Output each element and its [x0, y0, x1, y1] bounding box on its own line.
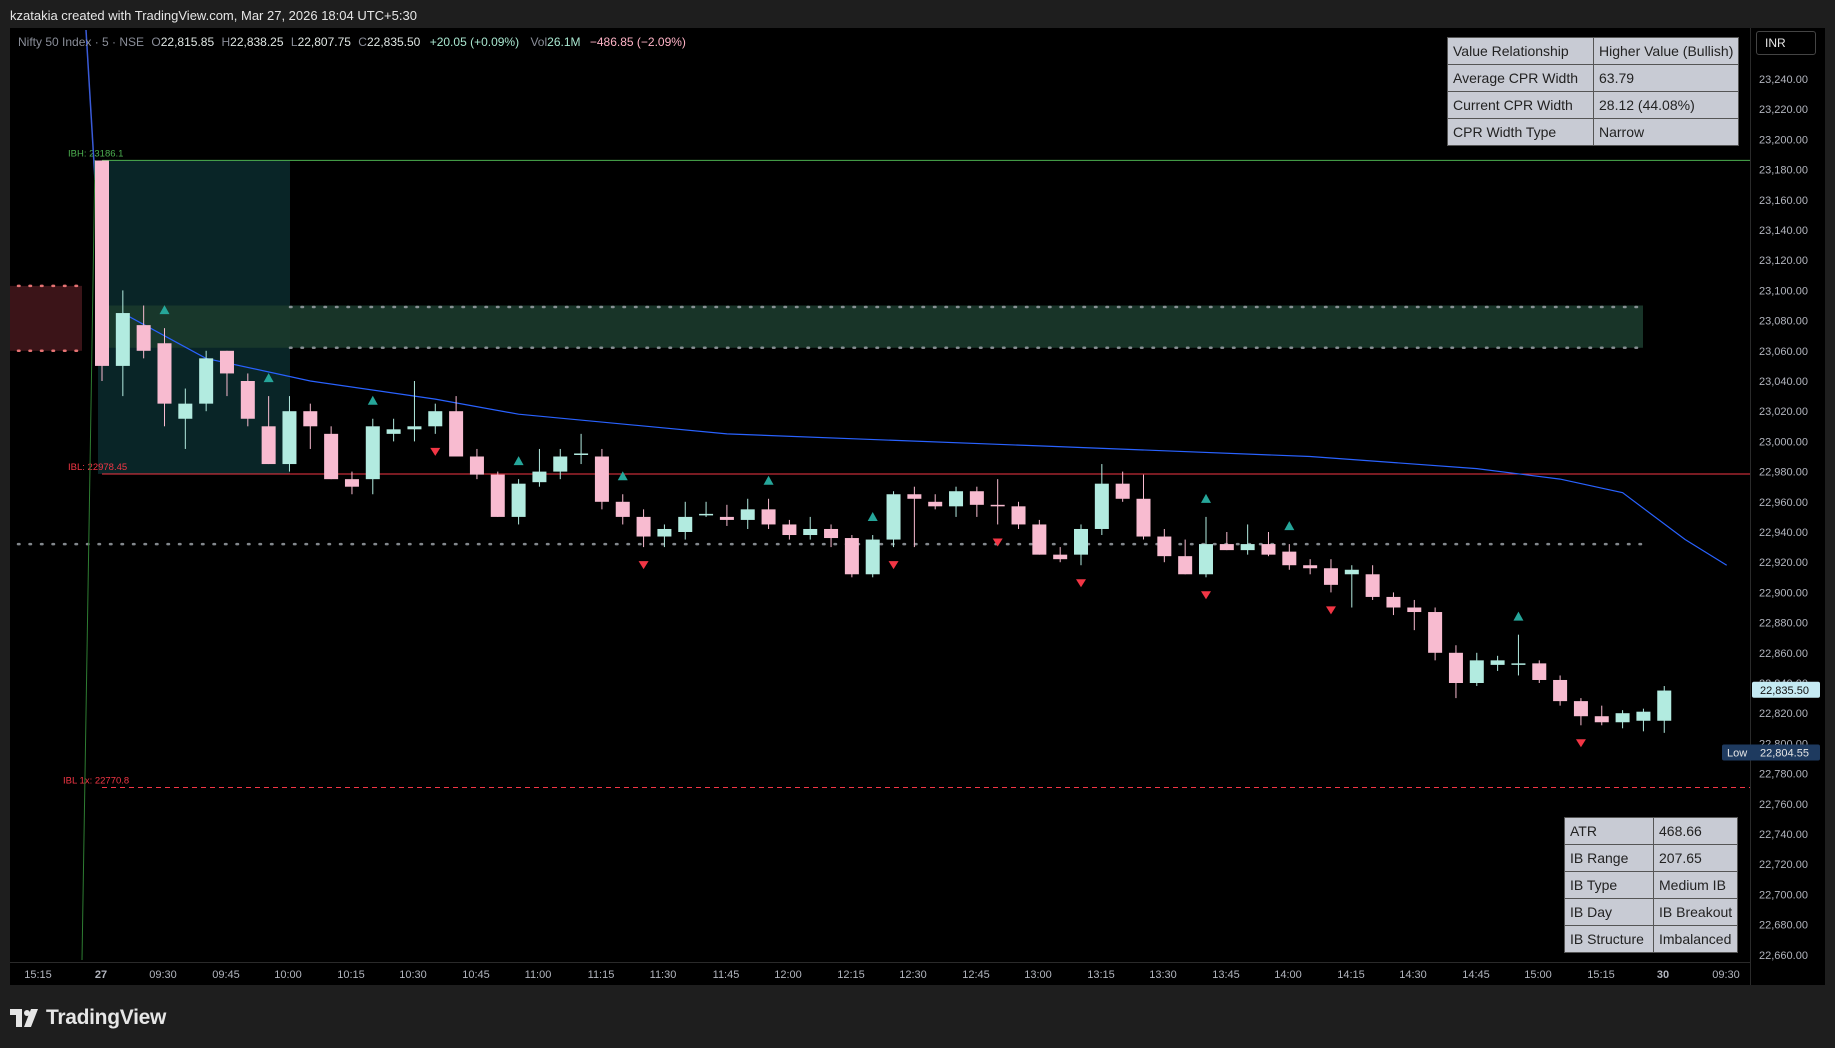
- row-value: Narrow: [1592, 118, 1740, 146]
- row-label: CPR Width Type: [1447, 118, 1594, 146]
- open-value: 22,815.85: [160, 35, 215, 49]
- row-value: 28.12 (44.08%): [1592, 91, 1740, 119]
- symbol-name: Nifty 50 Index · 5 · NSE: [18, 35, 145, 49]
- tradingview-brand: TradingView: [46, 1006, 167, 1029]
- table-row: IB Day IB Breakout: [1564, 898, 1739, 926]
- chart-credit: kzatakia created with TradingView.com, M…: [10, 8, 417, 23]
- top-bar: kzatakia created with TradingView.com, M…: [0, 0, 1835, 28]
- low-label: L: [290, 35, 298, 49]
- table-row: IB Type Medium IB: [1564, 871, 1739, 899]
- high-label: H: [221, 35, 231, 49]
- table-row: IB Range 207.65: [1564, 844, 1739, 872]
- ib-info-table: ATR 468.66 IB Range 207.65 IB Type Medium IB I…: [1564, 817, 1739, 953]
- time-scale[interactable]: [10, 962, 1750, 986]
- table-row: Value Relationship Higher Value (Bullish): [1447, 37, 1740, 65]
- row-value: Medium IB: [1652, 871, 1739, 899]
- row-label: IB Structure: [1564, 925, 1654, 953]
- close-value: 22,835.50: [366, 35, 421, 49]
- row-value: 207.65: [1652, 844, 1739, 872]
- day-change-value: −486.85 (−2.09%): [589, 35, 686, 49]
- tradingview-logo-icon: [10, 1009, 38, 1027]
- high-value: 22,838.25: [230, 35, 284, 49]
- volume-value: 26.1M: [547, 35, 581, 49]
- volume-label: Vol: [530, 35, 548, 49]
- low-value: 22,807.75: [297, 35, 351, 49]
- row-label: IB Type: [1564, 871, 1654, 899]
- close-label: C: [358, 35, 367, 49]
- table-row: Current CPR Width 28.12 (44.08%): [1447, 91, 1740, 119]
- row-label: Average CPR Width: [1447, 64, 1594, 92]
- chart-pane[interactable]: [10, 28, 1750, 985]
- row-label: IB Day: [1564, 898, 1654, 926]
- row-label: ATR: [1564, 817, 1654, 845]
- table-row: ATR 468.66: [1564, 817, 1739, 845]
- bottom-bar: [0, 985, 1835, 1048]
- table-row: IB Structure Imbalanced: [1564, 925, 1739, 953]
- row-value: Higher Value (Bullish): [1592, 37, 1740, 65]
- cpr-info-table: Value Relationship Higher Value (Bullish)…: [1447, 37, 1740, 146]
- row-label: Value Relationship: [1447, 37, 1594, 65]
- currency-selector[interactable]: INR: [1756, 31, 1816, 55]
- table-row: Average CPR Width 63.79: [1447, 64, 1740, 92]
- open-label: O: [151, 35, 161, 49]
- row-value: Imbalanced: [1652, 925, 1739, 953]
- row-label: Current CPR Width: [1447, 91, 1594, 119]
- row-label: IB Range: [1564, 844, 1654, 872]
- change-value: +20.05 (+0.09%): [429, 35, 520, 49]
- symbol-legend[interactable]: Nifty 50 Index · 5 · NSE O22,815.85 H22,…: [18, 35, 686, 49]
- row-value: 63.79: [1592, 64, 1740, 92]
- table-row: CPR Width Type Narrow: [1447, 118, 1740, 146]
- row-value: 468.66: [1652, 817, 1739, 845]
- price-scale[interactable]: [1750, 28, 1825, 985]
- tradingview-logo[interactable]: TradingView: [10, 1006, 166, 1030]
- row-value: IB Breakout: [1652, 898, 1739, 926]
